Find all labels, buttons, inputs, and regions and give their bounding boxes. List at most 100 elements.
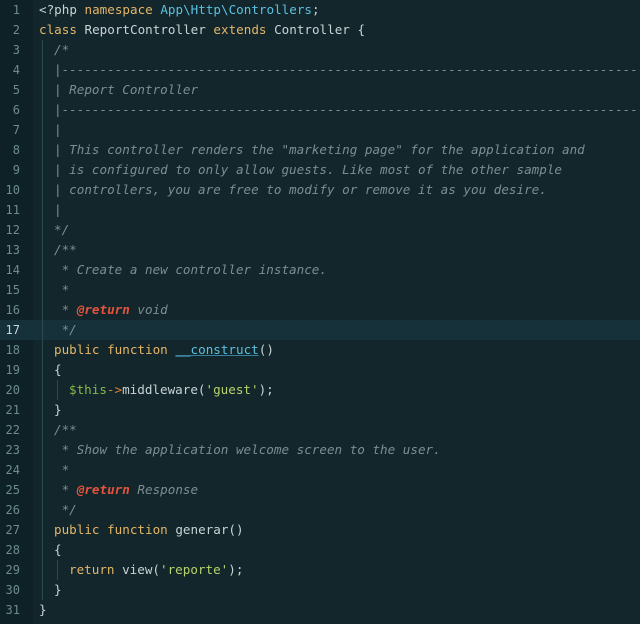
indent-guide: [42, 60, 43, 80]
code-text: <?php namespace App\Http\Controllers;: [39, 0, 320, 20]
code-token: );: [258, 382, 274, 397]
code-text: class ReportController extends Controlle…: [39, 20, 365, 40]
code-token: function: [107, 522, 168, 537]
code-line[interactable]: 9 | is configured to only allow guests. L…: [0, 160, 640, 180]
code-line[interactable]: 3 /*: [0, 40, 640, 60]
code-token: middleware(: [122, 382, 206, 397]
code-text: {: [54, 540, 62, 560]
code-line[interactable]: 13 /**: [0, 240, 640, 260]
code-line[interactable]: 10 | controllers, you are free to modify …: [0, 180, 640, 200]
code-text: | This controller renders the "marketing…: [54, 140, 585, 160]
code-token: *: [54, 302, 77, 317]
code-line[interactable]: 7 |: [0, 120, 640, 140]
code-line[interactable]: 20 $this->middleware('guest');: [0, 380, 640, 400]
code-token: namespace: [84, 2, 153, 17]
code-text: |---------------------------------------…: [54, 100, 640, 120]
indent-guide: [42, 260, 43, 280]
line-number: 14: [5, 263, 20, 277]
code-line[interactable]: 21}: [0, 400, 640, 420]
code-line[interactable]: 31}: [0, 600, 640, 620]
indent-guide: [42, 560, 43, 580]
code-token: | Report Controller: [54, 82, 199, 97]
code-text: /*: [54, 40, 69, 60]
code-line[interactable]: 11 |: [0, 200, 640, 220]
code-line[interactable]: 6 |--------------------------------------…: [0, 100, 640, 120]
line-number: 28: [5, 543, 20, 557]
code-line[interactable]: 15 *: [0, 280, 640, 300]
indent-guide: [42, 500, 43, 520]
indent-guide: [42, 120, 43, 140]
code-token: extends: [213, 22, 267, 37]
code-line[interactable]: 5 | Report Controller: [0, 80, 640, 100]
line-number: 31: [5, 603, 20, 617]
indent-guide: [42, 580, 43, 600]
line-number: 9: [12, 163, 20, 177]
line-number: 3: [12, 43, 20, 57]
code-text: | controllers, you are free to modify or…: [54, 180, 547, 200]
line-number: 20: [5, 383, 20, 397]
code-line[interactable]: 19 {: [0, 360, 640, 380]
code-line[interactable]: 8 | This controller renders the "marketin…: [0, 140, 640, 160]
code-line[interactable]: 28 {: [0, 540, 640, 560]
line-number: 21: [5, 403, 20, 417]
code-editor[interactable]: 1 <?php namespace App\Http\Controllers; 2 c…: [0, 0, 640, 624]
code-token: /**: [54, 242, 77, 257]
line-number: 19: [5, 363, 20, 377]
code-line[interactable]: 2 class ReportController extends Controll…: [0, 20, 640, 40]
code-text: * @return Response: [54, 480, 199, 500]
code-token: ReportController: [76, 22, 214, 37]
indent-guide: [57, 560, 58, 580]
code-text: * Create a new controller instance.: [54, 260, 327, 280]
line-number: 16: [5, 303, 20, 317]
code-token: |---------------------------------------…: [54, 62, 640, 77]
indent-guide: [42, 460, 43, 480]
code-text: public function generar(): [54, 520, 244, 540]
code-token: ->: [106, 382, 123, 397]
code-line[interactable]: 18 public function __construct(): [0, 340, 640, 360]
code-line[interactable]: 22 /**: [0, 420, 640, 440]
code-token: |---------------------------------------…: [54, 102, 640, 117]
code-text: return view('reporte');: [69, 560, 243, 580]
code-text: |---------------------------------------…: [54, 60, 640, 80]
code-line[interactable]: 4 |--------------------------------------…: [0, 60, 640, 80]
code-line[interactable]: 17 */: [0, 320, 640, 340]
indent-guide: [42, 180, 43, 200]
code-token: *: [54, 282, 70, 297]
code-token: /*: [54, 42, 70, 57]
code-token: */: [54, 222, 70, 237]
line-number: 13: [5, 243, 20, 257]
code-line[interactable]: 1 <?php namespace App\Http\Controllers;: [0, 0, 640, 20]
indent-guide: [57, 380, 58, 400]
line-number: 24: [5, 463, 20, 477]
code-token: );: [228, 562, 244, 577]
code-area[interactable]: 1 <?php namespace App\Http\Controllers; 2 c…: [0, 0, 640, 620]
code-token: class: [39, 22, 77, 37]
code-token: }: [54, 582, 62, 597]
code-line[interactable]: 27 public function generar(): [0, 520, 640, 540]
indent-guide: [42, 300, 43, 320]
line-number: 30: [5, 583, 20, 597]
indent-guide: [42, 240, 43, 260]
line-number: 22: [5, 423, 20, 437]
code-text: * @return void: [54, 300, 168, 320]
line-number: 25: [5, 483, 20, 497]
code-token: function: [107, 342, 168, 357]
code-line[interactable]: 25 * @return Response: [0, 480, 640, 500]
code-line[interactable]: 30}: [0, 580, 640, 600]
code-text: /**: [54, 240, 77, 260]
code-token: App\Http\Controllers: [160, 2, 312, 17]
code-line[interactable]: 12 */: [0, 220, 640, 240]
code-line[interactable]: 24 *: [0, 460, 640, 480]
code-token: | This controller renders the "marketing…: [54, 142, 585, 157]
code-line[interactable]: 29 return view('reporte');: [0, 560, 640, 580]
indent-guide: [42, 140, 43, 160]
code-line[interactable]: 16 * @return void: [0, 300, 640, 320]
code-token: __construct: [175, 342, 259, 357]
code-line[interactable]: 14 * Create a new controller instance.: [0, 260, 640, 280]
code-line[interactable]: 23 * Show the application welcome screen…: [0, 440, 640, 460]
code-line[interactable]: 26 */: [0, 500, 640, 520]
code-text: */: [54, 220, 69, 240]
line-number: 11: [5, 203, 20, 217]
code-text: |: [54, 120, 62, 140]
